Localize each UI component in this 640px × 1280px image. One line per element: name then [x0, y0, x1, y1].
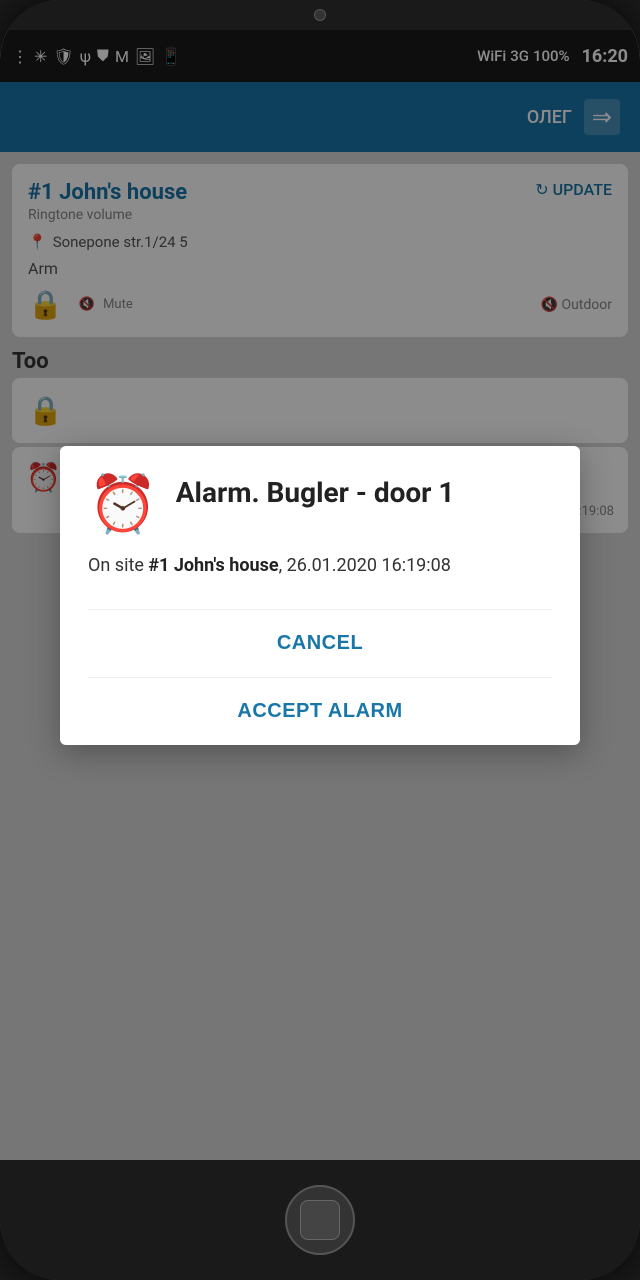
- accept-alarm-button[interactable]: ACCEPT ALARM: [88, 678, 552, 745]
- modal-body: On site #1 John's house, 26.01.2020 16:1…: [88, 552, 552, 579]
- cancel-button[interactable]: CANCEL: [88, 610, 552, 678]
- modal-title: Alarm. Bugler - door 1: [176, 476, 455, 510]
- modal-header: ⏰ Alarm. Bugler - door 1: [88, 476, 552, 532]
- phone-bottom: [0, 1160, 640, 1280]
- modal-actions: CANCEL ACCEPT ALARM: [88, 609, 552, 745]
- home-button-inner: [300, 1200, 340, 1240]
- phone-screen: ⋮ ✳ 🛡 ψ ⛊ M 🖼 📱 WiFi 3G 100% 16:20 ОЛЕГ …: [0, 30, 640, 1160]
- phone-frame: ⋮ ✳ 🛡 ψ ⛊ M 🖼 📱 WiFi 3G 100% 16:20 ОЛЕГ …: [0, 0, 640, 1280]
- home-button[interactable]: [285, 1185, 355, 1255]
- modal-overlay: ⏰ Alarm. Bugler - door 1 On site #1 John…: [0, 30, 640, 1160]
- phone-top-bar: [0, 0, 640, 30]
- camera-dot: [314, 9, 326, 21]
- alarm-modal: ⏰ Alarm. Bugler - door 1 On site #1 John…: [60, 446, 580, 745]
- alarm-clock-icon: ⏰: [88, 476, 158, 532]
